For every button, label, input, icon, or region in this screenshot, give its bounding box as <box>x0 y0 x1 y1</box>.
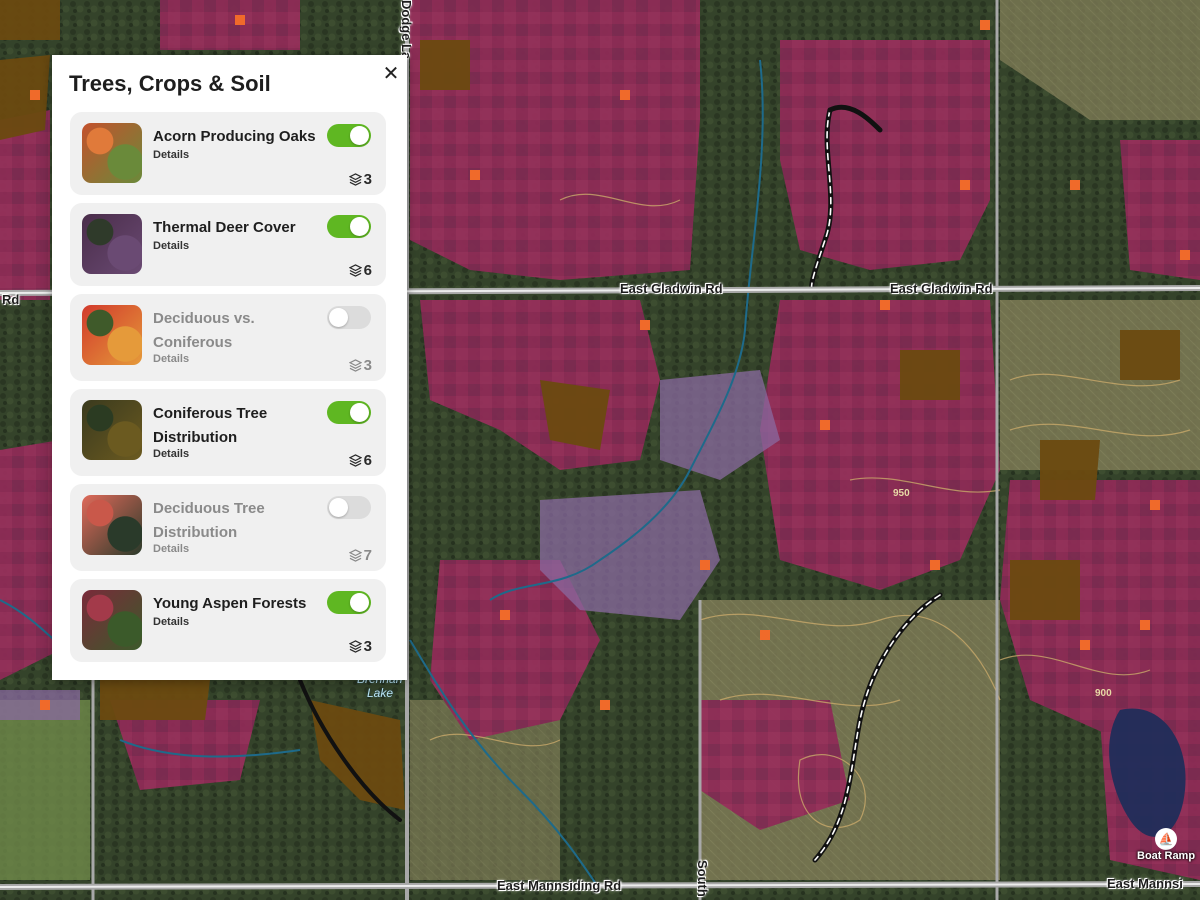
layer-card[interactable]: Thermal Deer Cover Details 6 <box>70 203 386 286</box>
details-link[interactable]: Details <box>153 353 189 365</box>
layer-name: Deciduous Tree Distribution <box>153 500 265 541</box>
layer-count-value: 3 <box>363 357 372 374</box>
layer-count-value: 3 <box>363 638 372 655</box>
layer-card[interactable]: Coniferous Tree Distribution Details 6 <box>70 389 386 476</box>
layer-count: 7 <box>348 547 372 564</box>
layers-icon <box>348 264 362 277</box>
road-label-west: Rd <box>2 292 20 307</box>
details-link[interactable]: Details <box>153 448 189 460</box>
road-label-east-mannsiding: East Mannsiding Rd <box>497 878 622 893</box>
road-label-east-gladwin: East Gladwin Rd <box>620 281 723 296</box>
layer-count-value: 7 <box>363 547 372 564</box>
close-icon: ✕ <box>382 62 400 85</box>
toggle-knob <box>350 126 369 145</box>
layer-list: Acorn Producing Oaks Details 3 Thermal D… <box>70 112 386 670</box>
lake-label: Lake <box>367 686 394 700</box>
close-button[interactable]: ✕ <box>379 61 403 85</box>
toggle-knob <box>350 403 369 422</box>
layer-thumbnail <box>82 400 142 460</box>
layer-count-value: 6 <box>363 262 372 279</box>
layer-thumbnail <box>82 495 142 555</box>
toggle-knob <box>350 593 369 612</box>
layer-count: 3 <box>348 357 372 374</box>
details-link[interactable]: Details <box>153 543 189 555</box>
road-label-dodge: Dodge La <box>399 0 414 60</box>
boat-ramp-icon: ⛵ <box>1155 828 1178 850</box>
layer-thumbnail <box>82 590 142 650</box>
layer-name: Thermal Deer Cover <box>153 219 296 236</box>
road-label-east-gladwin-2: East Gladwin Rd <box>890 281 993 296</box>
layers-icon <box>348 454 362 467</box>
details-link[interactable]: Details <box>153 149 189 161</box>
layers-panel: Trees, Crops & Soil ✕ Acorn Producing Oa… <box>52 55 407 680</box>
panel-title: Trees, Crops & Soil <box>69 71 271 96</box>
layers-icon <box>348 640 362 653</box>
poi-boat-ramp-label: Boat Ramp <box>1137 850 1196 862</box>
layer-count: 3 <box>348 171 372 188</box>
layer-toggle[interactable] <box>327 306 371 329</box>
layer-toggle[interactable] <box>327 401 371 424</box>
layer-thumbnail <box>82 214 142 274</box>
layer-count: 6 <box>348 452 372 469</box>
layer-card[interactable]: Acorn Producing Oaks Details 3 <box>70 112 386 195</box>
layer-thumbnail <box>82 123 142 183</box>
layer-name: Coniferous Tree Distribution <box>153 405 268 446</box>
layer-toggle[interactable] <box>327 124 371 147</box>
toggle-knob <box>329 498 348 517</box>
layer-name: Deciduous vs. Coniferous <box>153 310 255 351</box>
layer-card[interactable]: Young Aspen Forests Details 3 <box>70 579 386 662</box>
layer-count: 3 <box>348 638 372 655</box>
layer-toggle[interactable] <box>327 496 371 519</box>
layer-count-value: 3 <box>363 171 372 188</box>
layer-card[interactable]: Deciduous vs. Coniferous Details 3 <box>70 294 386 381</box>
layer-count-value: 6 <box>363 452 372 469</box>
layer-toggle[interactable] <box>327 215 371 238</box>
layers-icon <box>348 549 362 562</box>
road-label-south: South <box>695 860 710 897</box>
road-label-east-mannsiding-2: East Mannsi <box>1107 876 1183 891</box>
toggle-knob <box>329 308 348 327</box>
layers-icon <box>348 359 362 372</box>
layers-icon <box>348 173 362 186</box>
layer-thumbnail <box>82 305 142 365</box>
layer-name: Acorn Producing Oaks <box>153 128 316 145</box>
contour-label: 950 <box>893 488 910 499</box>
poi-boat-ramp[interactable]: ⛵ Boat Ramp <box>1137 828 1195 862</box>
layer-card[interactable]: Deciduous Tree Distribution Details 7 <box>70 484 386 571</box>
layer-toggle[interactable] <box>327 591 371 614</box>
details-link[interactable]: Details <box>153 240 189 252</box>
contour-label: 900 <box>1095 688 1112 699</box>
toggle-knob <box>350 217 369 236</box>
layer-count: 6 <box>348 262 372 279</box>
layer-name: Young Aspen Forests <box>153 595 307 612</box>
details-link[interactable]: Details <box>153 616 189 628</box>
